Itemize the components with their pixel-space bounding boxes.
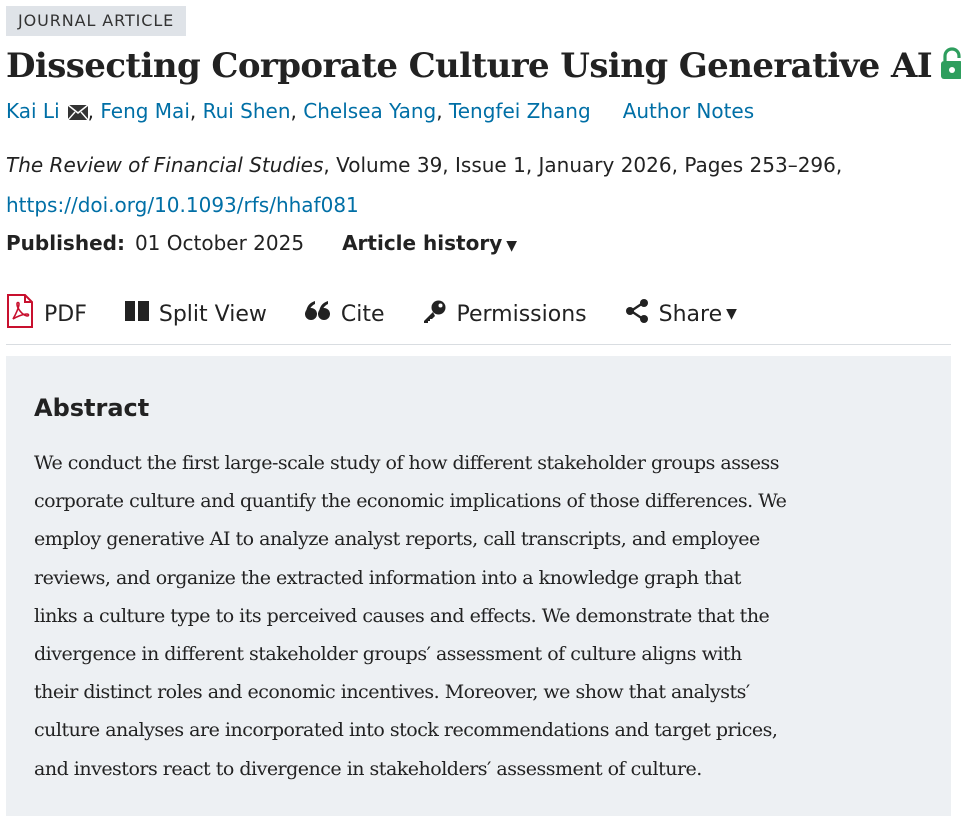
abstract-text: We conduct the first large-scale study o… bbox=[34, 444, 934, 788]
abstract-line: links a culture type to its perceived ca… bbox=[34, 604, 770, 627]
author-link-kai-li[interactable]: Kai Li bbox=[6, 99, 60, 123]
published-label: Published: bbox=[6, 231, 125, 255]
pdf-icon bbox=[6, 294, 44, 334]
permissions-button[interactable]: Permissions bbox=[423, 299, 587, 329]
abstract-line: corporate culture and quantify the econo… bbox=[34, 490, 787, 513]
abstract-section: Abstract We conduct the first large-scal… bbox=[6, 356, 951, 816]
open-access-lock-icon bbox=[940, 46, 961, 94]
quote-icon bbox=[304, 301, 341, 327]
doi-link[interactable]: https://doi.org/10.1093/rfs/hhaf081 bbox=[6, 193, 359, 217]
journal-name: The Review of Financial Studies bbox=[6, 153, 324, 177]
permissions-label: Permissions bbox=[456, 301, 587, 327]
toolbar-divider bbox=[6, 344, 951, 345]
abstract-line: We conduct the first large-scale study o… bbox=[34, 452, 780, 474]
abstract-line: and investors react to divergence in sta… bbox=[34, 757, 702, 780]
author-list: Kai Li, Feng Mai, Rui Shen, Chelsea Yang… bbox=[6, 96, 754, 128]
doi-row: https://doi.org/10.1093/rfs/hhaf081 bbox=[6, 190, 359, 220]
abstract-line: divergence in different stakeholder grou… bbox=[34, 643, 742, 666]
abstract-line: culture analyses are incorporated into s… bbox=[34, 719, 778, 742]
article-title-text: Dissecting Corporate Culture Using Gener… bbox=[6, 46, 933, 86]
article-history-toggle[interactable]: Article history ▼ bbox=[342, 231, 517, 255]
author-separator: , bbox=[290, 99, 304, 123]
share-button[interactable]: Share ▼ bbox=[625, 299, 737, 329]
author-notes-link[interactable]: Author Notes bbox=[623, 99, 754, 123]
split-view-button[interactable]: Split View bbox=[124, 301, 267, 327]
abstract-line: reviews, and organize the extracted info… bbox=[34, 566, 741, 589]
article-type-badge: JOURNAL ARTICLE bbox=[6, 6, 187, 36]
split-view-icon bbox=[124, 301, 159, 327]
citation-details: , Volume 39, Issue 1, January 2026, Page… bbox=[323, 153, 843, 177]
author-link-feng-mai[interactable]: Feng Mai bbox=[100, 99, 190, 123]
author-separator: , bbox=[87, 99, 101, 123]
cite-label: Cite bbox=[340, 301, 385, 327]
author-link-rui-shen[interactable]: Rui Shen bbox=[203, 99, 291, 123]
author-link-chelsea-yang[interactable]: Chelsea Yang bbox=[303, 99, 436, 123]
article-title: Dissecting Corporate Culture Using Gener… bbox=[6, 42, 961, 94]
abstract-heading: Abstract bbox=[34, 394, 150, 422]
article-history-label: Article history bbox=[342, 231, 503, 255]
abstract-line: their distinct roles and economic incent… bbox=[34, 681, 750, 704]
article-toolbar: PDF Split View Cite Permissions Share ▼ bbox=[6, 292, 951, 336]
abstract-line: employ generative AI to analyze analyst … bbox=[34, 528, 760, 551]
pdf-button[interactable]: PDF bbox=[6, 294, 87, 334]
published-date: 01 October 2025 bbox=[134, 231, 305, 255]
cite-button[interactable]: Cite bbox=[304, 301, 385, 327]
split-view-label: Split View bbox=[158, 301, 267, 327]
chevron-down-icon: ▼ bbox=[506, 238, 518, 254]
author-link-tengfei-zhang[interactable]: Tengfei Zhang bbox=[449, 99, 591, 123]
share-label: Share bbox=[658, 301, 723, 327]
key-icon bbox=[423, 299, 457, 329]
author-separator: , bbox=[436, 99, 449, 123]
pdf-label: PDF bbox=[44, 301, 87, 327]
chevron-down-icon: ▼ bbox=[726, 306, 737, 322]
mail-icon[interactable] bbox=[67, 98, 89, 128]
citation-line: The Review of Financial Studies, Volume … bbox=[6, 150, 842, 180]
author-separator: , bbox=[189, 99, 203, 123]
published-row: Published: 01 October 2025 Article history… bbox=[6, 228, 517, 261]
share-icon bbox=[625, 299, 659, 329]
